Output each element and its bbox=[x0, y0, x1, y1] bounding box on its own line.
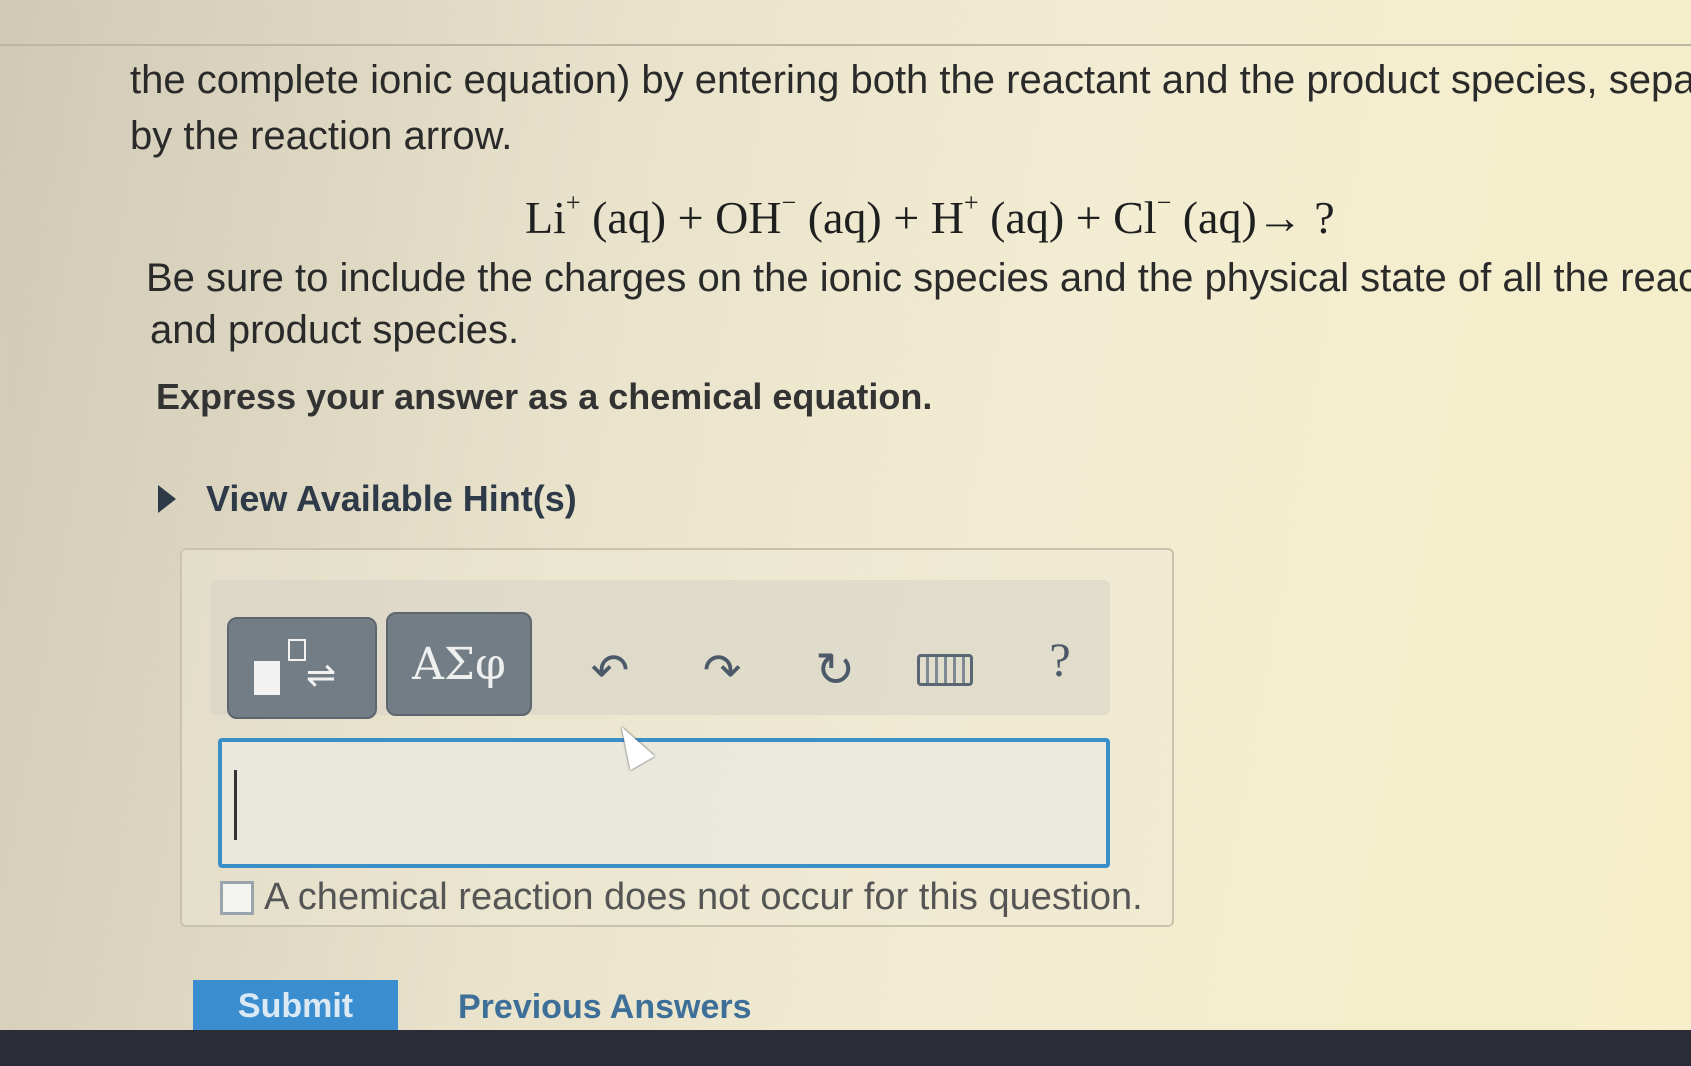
view-hints-toggle[interactable]: View Available Hint(s) bbox=[158, 478, 577, 520]
view-hints-label: View Available Hint(s) bbox=[206, 478, 577, 519]
unknown-product: ? bbox=[1302, 192, 1335, 243]
reset-icon[interactable]: ↻ bbox=[805, 640, 865, 700]
hydroxide-state: (aq) + bbox=[796, 192, 931, 243]
hydrogen-charge: + bbox=[963, 188, 979, 217]
lithium-charge: + bbox=[565, 188, 581, 217]
submit-button[interactable]: Submit bbox=[193, 980, 398, 1032]
answer-input[interactable] bbox=[218, 738, 1110, 868]
lithium-state: (aq) + bbox=[580, 192, 716, 243]
question-note-line-2: and product species. bbox=[150, 308, 520, 352]
no-reaction-label: A chemical reaction does not occur for t… bbox=[264, 876, 1143, 918]
greek-symbols-button[interactable]: ΑΣφ bbox=[386, 612, 532, 716]
reaction-arrow: → bbox=[1256, 192, 1303, 243]
keyboard-shape bbox=[917, 654, 973, 686]
hydroxide-charge: − bbox=[781, 188, 797, 217]
hydrogen-ion: H bbox=[930, 192, 964, 243]
no-reaction-checkbox[interactable] bbox=[220, 880, 254, 915]
hydrogen-state: (aq) + bbox=[978, 192, 1114, 243]
text-caret bbox=[234, 770, 237, 840]
keyboard-icon[interactable] bbox=[915, 652, 975, 688]
undo-icon[interactable]: ↶ bbox=[580, 640, 640, 700]
answer-instruction: Express your answer as a chemical equati… bbox=[156, 376, 933, 417]
chloride-ion: Cl bbox=[1113, 192, 1157, 243]
lithium-ion: Li bbox=[525, 192, 566, 243]
templates-button[interactable]: ⇌ bbox=[227, 617, 377, 719]
chloride-state: (aq) bbox=[1171, 192, 1257, 243]
question-intro-line-2: by the reaction arrow. bbox=[130, 114, 513, 158]
reaction-equation: Li+ (aq) + OH− (aq) + H+ (aq) + Cl− (aq)… bbox=[525, 188, 1335, 244]
question-note-line-1: Be sure to include the charges on the io… bbox=[146, 256, 1691, 300]
help-icon[interactable]: ? bbox=[1030, 630, 1090, 690]
redo-icon[interactable]: ↷ bbox=[692, 640, 752, 700]
question-intro-line-1: the complete ionic equation) by entering… bbox=[130, 58, 1691, 102]
os-taskbar bbox=[0, 1030, 1691, 1066]
no-reaction-option[interactable]: A chemical reaction does not occur for t… bbox=[220, 876, 1143, 919]
templates-icon: ⇌ bbox=[252, 633, 352, 703]
previous-answers-link[interactable]: Previous Answers bbox=[458, 988, 752, 1027]
hydroxide-ion: OH bbox=[715, 192, 782, 243]
chloride-charge: − bbox=[1156, 188, 1172, 217]
triangle-right-icon bbox=[158, 485, 176, 513]
top-divider bbox=[0, 44, 1691, 46]
